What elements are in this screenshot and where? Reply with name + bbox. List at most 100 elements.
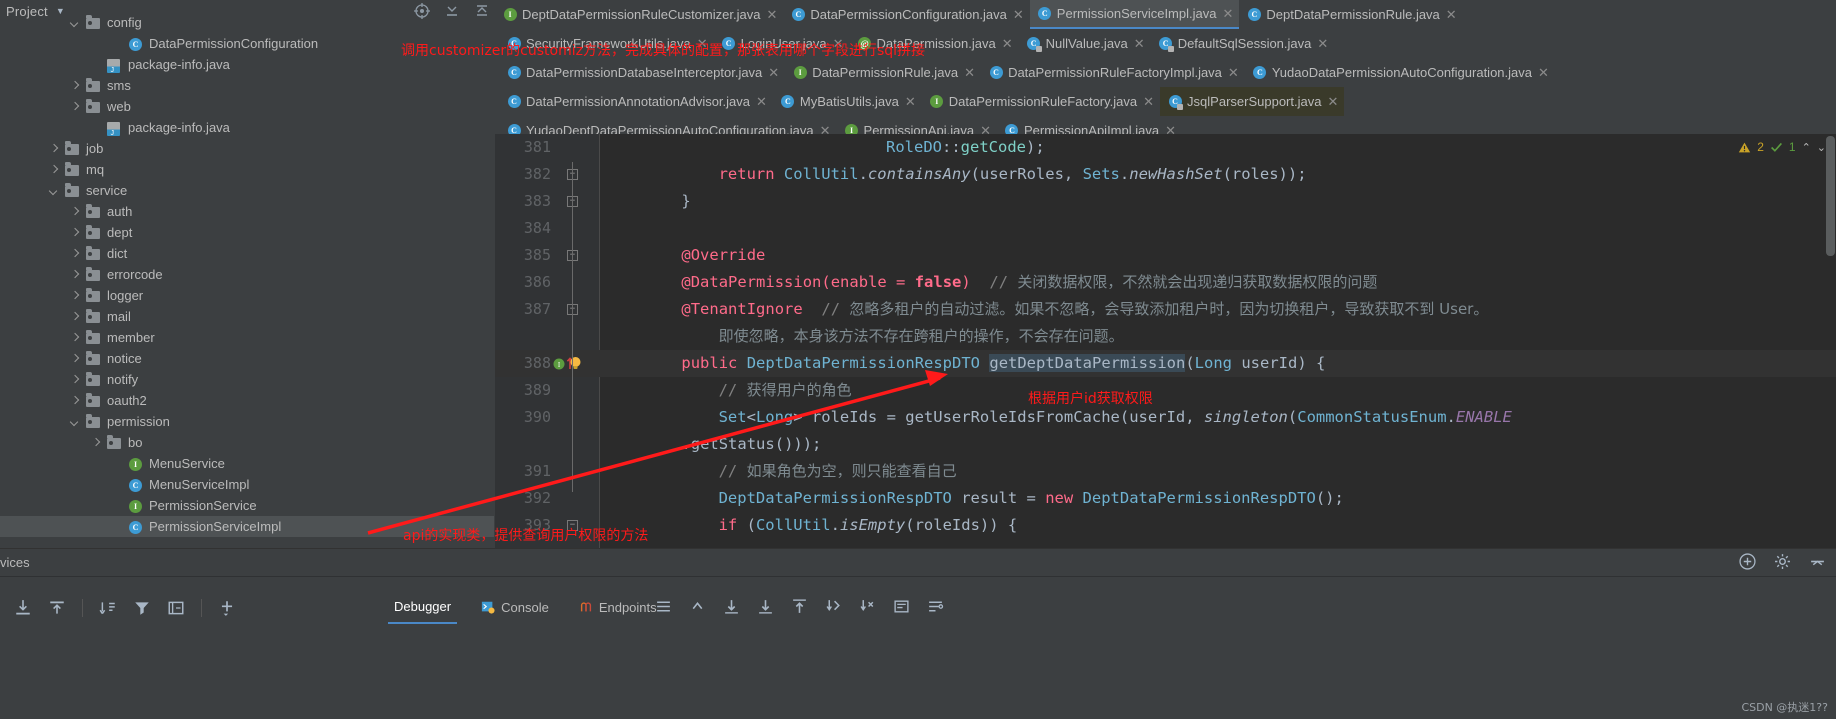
chevron-right-icon[interactable] [48,143,60,155]
chevron-right-icon[interactable] [69,80,81,92]
close-icon[interactable]: ✕ [1317,37,1328,50]
close-icon[interactable]: ✕ [766,8,777,21]
code-line[interactable]: .getStatus())); [495,431,1836,458]
tree-item-dict[interactable]: dict [0,243,494,264]
code-line[interactable]: 388 Ipublic DeptDataPermissionRespDTO get… [495,350,1836,377]
chevron-right-icon[interactable] [69,206,81,218]
tree-item-permission[interactable]: permission [0,411,494,432]
tree-item-datapermissionconfiguration[interactable]: C DataPermissionConfiguration [0,33,494,54]
tree-item-web[interactable]: web [0,96,494,117]
chevron-right-icon[interactable] [69,227,81,239]
editor-tab-datapermissionrulefactory[interactable]: I DataPermissionRuleFactory.java ✕ [921,87,1161,116]
tree-item-mail[interactable]: mail [0,306,494,327]
editor-tab-securityframeworkutils[interactable]: C SecurityFrameworkUtils.java ✕ [499,29,714,58]
settings-gear-icon[interactable] [1774,553,1791,570]
close-icon[interactable]: ✕ [1134,37,1145,50]
step-over-icon[interactable] [723,598,740,615]
step-into-icon[interactable] [757,598,774,615]
editor-tab-nullvalue[interactable]: C NullValue.java ✕ [1018,29,1151,58]
evaluate-icon[interactable] [893,598,910,615]
add-icon[interactable] [218,599,236,617]
tree-item-member[interactable]: member [0,327,494,348]
close-icon[interactable]: ✕ [964,66,975,79]
hide-icon[interactable] [1809,553,1826,570]
editor-tab-permissionserviceimpl[interactable]: C PermissionServiceImpl.java ✕ [1029,0,1240,29]
close-icon[interactable]: ✕ [833,37,844,50]
tree-item-package-info-java[interactable]: package-info.java [0,117,494,138]
step-into-icon[interactable] [14,599,32,617]
close-icon[interactable]: ✕ [1222,7,1233,20]
editor-tab-datapermissiondatabaseinterceptor[interactable]: C DataPermissionDatabaseInterceptor.java ✕ [499,58,786,87]
bottom-tab-endpoints[interactable]: Endpoints [573,590,663,624]
inspection-status-widget[interactable]: 2 1 ⌃ ⌄ [1738,140,1826,154]
tree-item-menuservice[interactable]: I MenuService [0,453,494,474]
close-icon[interactable]: ✕ [905,95,916,108]
chevron-right-icon[interactable] [69,311,81,323]
tree-item-oauth2[interactable]: oauth2 [0,390,494,411]
tree-item-mq[interactable]: mq [0,159,494,180]
code-line[interactable]: 383−} [495,188,1836,215]
step-out-icon[interactable] [791,598,808,615]
editor-tab-datapermissionconfiguration[interactable]: C DataPermissionConfiguration.java ✕ [783,0,1030,29]
debugger-tab-bar[interactable]: Debugger Console Endpoints [388,589,663,625]
step-out-icon[interactable] [48,599,66,617]
code-line[interactable]: 381 RoleDO::getCode); [495,134,1836,161]
editor-tab-datapermissionannotationadvisor[interactable]: C DataPermissionAnnotationAdvisor.java ✕ [499,87,773,116]
close-icon[interactable]: ✕ [1327,95,1338,108]
frames-icon[interactable] [167,599,185,617]
bottom-tab-debugger[interactable]: Debugger [388,590,458,624]
chevron-right-icon[interactable] [69,101,81,113]
chevron-right-icon[interactable] [69,248,81,260]
close-icon[interactable]: ✕ [756,95,767,108]
menu-icon[interactable] [655,598,672,615]
chevron-down-icon[interactable] [69,416,81,428]
tree-item-permissionserviceimpl[interactable]: C PermissionServiceImpl [0,516,494,537]
tree-item-auth[interactable]: auth [0,201,494,222]
chevron-right-icon[interactable] [69,290,81,302]
debugger-run-toolbar[interactable] [655,589,944,623]
chevron-right-icon[interactable] [69,395,81,407]
fold-start-icon[interactable]: − [567,520,578,531]
filter-icon[interactable] [133,599,151,617]
code-line[interactable]: 392 DeptDataPermissionRespDTO result = ne… [495,485,1836,512]
close-icon[interactable]: ✕ [768,66,779,79]
editor-tab-mybatisutils[interactable]: C MyBatisUtils.java ✕ [772,87,922,116]
run-to-cursor-icon[interactable] [825,598,842,615]
tree-item-job[interactable]: job [0,138,494,159]
tree-item-package-info-java[interactable]: package-info.java [0,54,494,75]
editor-tab-datapermissionrule[interactable]: I DataPermissionRule.java ✕ [785,58,982,87]
settings-icon[interactable] [927,598,944,615]
code-line[interactable]: 390 Set<Long> roleIds = getUserRoleIdsFro… [495,404,1836,431]
close-icon[interactable]: ✕ [1538,66,1549,79]
resume-icon[interactable] [689,598,706,615]
tree-item-dept[interactable]: dept [0,222,494,243]
editor-tab-loginuser[interactable]: C LoginUser.java ✕ [713,29,850,58]
debugger-side-toolbar[interactable] [0,591,375,625]
code-line[interactable]: 384 [495,215,1836,242]
project-file-tree[interactable]: config C DataPermissionConfiguration packag… [0,12,494,537]
chevron-right-icon[interactable] [69,269,81,281]
close-icon[interactable]: ✕ [1143,95,1154,108]
chevron-right-icon[interactable] [69,374,81,386]
editor-tab-defaultsqlsession[interactable]: C DefaultSqlSession.java ✕ [1150,29,1335,58]
chevron-up-icon[interactable]: ⌃ [1802,141,1811,154]
chevron-down-icon[interactable] [69,17,81,29]
code-line[interactable]: 385−@Override [495,242,1836,269]
editor-tab-datapermissionrulefactoryimpl[interactable]: C DataPermissionRuleFactoryImpl.java ✕ [981,58,1245,87]
tree-item-service[interactable]: service [0,180,494,201]
editor-tab-yudaodatapermissionautoconfiguration[interactable]: C YudaoDataPermissionAutoConfiguration.ja… [1244,58,1555,87]
chevron-right-icon[interactable] [48,164,60,176]
close-icon[interactable]: ✕ [1002,37,1013,50]
tree-item-logger[interactable]: logger [0,285,494,306]
editor-code-area[interactable]: 381RoleDO::getCode);382−return CollUtil.… [495,134,1836,548]
editor-tab-deptdatapermissionrulecustomizer[interactable]: I DeptDataPermissionRuleCustomizer.java ✕ [495,0,784,29]
bottom-tab-console[interactable]: Console [475,590,555,624]
code-line[interactable]: 387−@TenantIgnore // 忽略多租户的自动过滤。如果不忽略，会导… [495,296,1836,323]
chevron-down-icon[interactable] [48,185,60,197]
code-editor[interactable]: 381RoleDO::getCode);382−return CollUtil.… [495,134,1836,548]
plus-circle-icon[interactable] [1739,553,1756,570]
editor-tab-deptdatapermissionrule[interactable]: C DeptDataPermissionRule.java ✕ [1239,0,1463,29]
tree-item-notify[interactable]: notify [0,369,494,390]
chevron-down-icon[interactable]: ⌄ [1817,141,1826,154]
close-icon[interactable]: ✕ [1228,66,1239,79]
